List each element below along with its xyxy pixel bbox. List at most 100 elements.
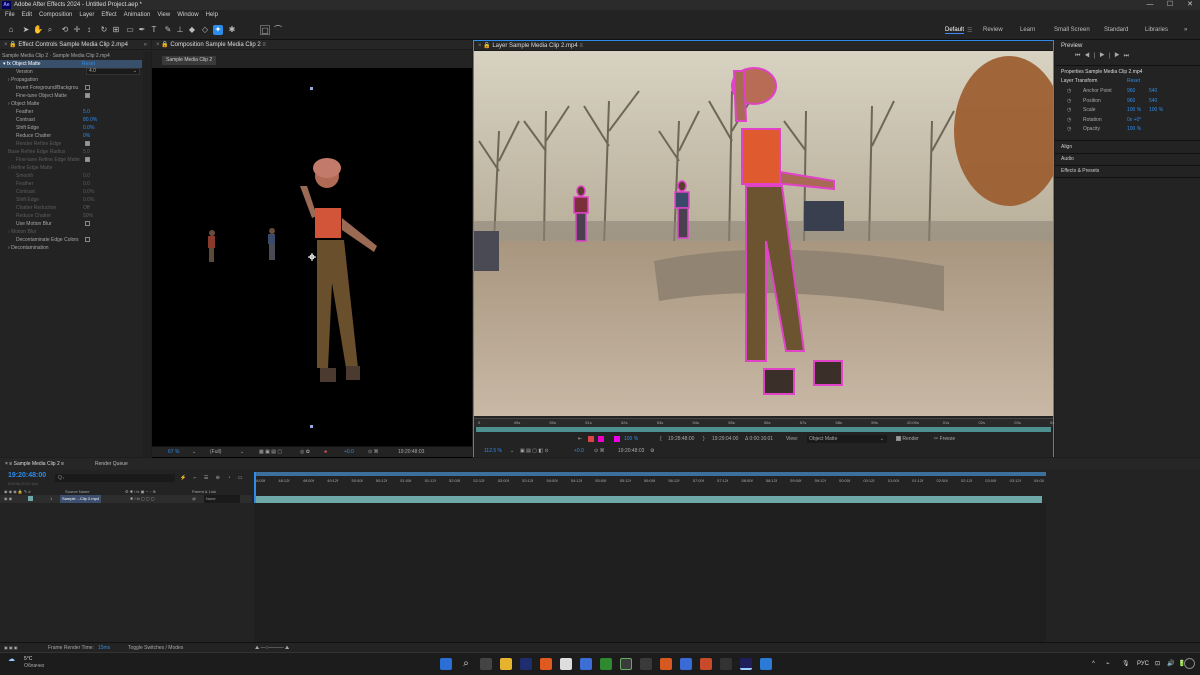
preview-tab[interactable]: Preview	[1061, 42, 1082, 50]
stopwatch-icon[interactable]: ◷	[1067, 126, 1071, 132]
premiere-icon[interactable]	[520, 658, 532, 670]
selection-tool-icon[interactable]: ➤	[21, 25, 31, 35]
menu-composition[interactable]: Composition	[39, 10, 72, 20]
discord-icon[interactable]	[580, 658, 592, 670]
menu-edit[interactable]: Edit	[22, 10, 32, 20]
next-frame-icon[interactable]: |▶	[1109, 53, 1124, 59]
effect-checkbox[interactable]	[85, 237, 90, 242]
eraser-tool-icon[interactable]: ◆	[187, 25, 197, 35]
layer-work-area-bar[interactable]	[476, 427, 1051, 432]
out-bracket-icon[interactable]: }	[703, 434, 705, 444]
label-color-swatch[interactable]	[28, 496, 33, 501]
app-orange-icon[interactable]	[540, 658, 552, 670]
first-frame-icon[interactable]: ⏮	[1075, 53, 1084, 59]
mic-icon[interactable]: 🎙	[1122, 660, 1130, 668]
render-checkbox[interactable]: Render	[896, 434, 919, 444]
stopwatch-icon[interactable]: ◷	[1067, 107, 1071, 113]
media-player-icon[interactable]	[720, 658, 732, 670]
effect-checkbox[interactable]	[85, 85, 90, 90]
network-icon[interactable]: ⌁	[1106, 660, 1110, 668]
stopwatch-icon[interactable]: ◷	[1067, 98, 1071, 104]
effect-property-row[interactable]: › Decontamination	[8, 244, 49, 252]
lock-icon[interactable]: 🔒	[161, 42, 170, 48]
workspace-menu-icon[interactable]: ☰	[967, 27, 972, 34]
audio-section[interactable]: Audio	[1061, 155, 1074, 163]
layer-name[interactable]: Sample ...Clip 2.mp4	[60, 495, 102, 503]
effect-property-row[interactable]: Invert Foreground/Backgrou	[16, 84, 90, 92]
weather-icon[interactable]: ☁	[8, 656, 15, 664]
effect-property-value[interactable]: 0.0	[83, 180, 90, 188]
menu-animation[interactable]: Animation	[124, 10, 151, 20]
transform-row[interactable]: ◷ Opacity 100 %	[1067, 125, 1197, 133]
effect-property-row[interactable]: Base Refine Edge Radius 5.0	[8, 148, 90, 156]
comp-resolution[interactable]: (Full)	[210, 447, 221, 458]
in-bracket-icon[interactable]: {	[660, 434, 662, 444]
start-icon[interactable]	[440, 658, 452, 670]
menu-help[interactable]: Help	[206, 10, 218, 20]
effect-property-row[interactable]: › Object Matte	[8, 100, 39, 108]
effect-checkbox[interactable]	[85, 221, 90, 226]
obs-icon[interactable]	[640, 658, 652, 670]
view-options-icon[interactable]: ▣ ▤ ▢ ◧ ⊙	[520, 446, 549, 457]
type-tool-icon[interactable]: T	[149, 25, 159, 35]
effect-property-value[interactable]: 0.0%	[83, 124, 94, 132]
layer-transform-section[interactable]: Layer Transform	[1061, 77, 1097, 85]
effect-property-row[interactable]: Contrast 80.0%	[16, 116, 97, 124]
effect-property-row[interactable]: Shift Edge 0.0%	[16, 196, 94, 204]
volume-icon[interactable]: 🔊	[1167, 660, 1174, 668]
menu-view[interactable]: View	[157, 10, 170, 20]
transform-row[interactable]: ◷ Anchor Point 960 540	[1067, 87, 1197, 95]
after-effects-icon[interactable]	[740, 658, 752, 670]
effect-property-value[interactable]: 0.0%	[83, 188, 94, 196]
stopwatch-icon[interactable]: ◷	[1067, 88, 1071, 94]
transform-value-2[interactable]: 540	[1149, 97, 1157, 105]
effect-property-value[interactable]: 0%	[83, 132, 90, 140]
brave-icon[interactable]	[660, 658, 672, 670]
fx-reset-link[interactable]: Reset	[82, 60, 95, 68]
version-select[interactable]: 4.0 ⌄	[86, 68, 140, 75]
effect-property-row[interactable]: Use Motion Blur	[16, 220, 90, 228]
transform-value-1[interactable]: 0x +0°	[1127, 116, 1141, 124]
layer-duration-bar[interactable]	[256, 496, 1042, 503]
toggle-switches-button[interactable]: Toggle Switches / Modes	[128, 644, 183, 652]
app-circle-icon[interactable]	[620, 658, 632, 670]
file-explorer-icon[interactable]	[500, 658, 512, 670]
tray-chevron-icon[interactable]: ^	[1092, 660, 1095, 668]
effect-property-row[interactable]: Reduce Chatter 50%	[16, 212, 93, 220]
overlay-pct[interactable]: 100 %	[624, 434, 638, 444]
chevron-down-icon[interactable]: ⌄	[240, 447, 244, 458]
comp-timecode[interactable]: 19:20:48:03	[398, 447, 424, 458]
transform-value-1[interactable]: 960	[1127, 97, 1135, 105]
effect-property-row[interactable]: › Propagation	[8, 76, 38, 84]
notification-icon[interactable]	[1184, 658, 1195, 669]
effect-property-value[interactable]: 5.0	[83, 148, 90, 156]
transform-row[interactable]: ◷ Scale 100 % 100 %	[1067, 106, 1197, 114]
layer-switches[interactable]: ✱ / fx ▢ ▢ ▢	[130, 495, 154, 503]
notepad-icon[interactable]	[560, 658, 572, 670]
timeline-tracks[interactable]	[254, 503, 1046, 643]
grid-icon[interactable]: ▦ ▣ ▤ ▢	[259, 447, 282, 458]
overlay-toggle[interactable]	[614, 436, 620, 442]
brush-tool-icon[interactable]: ✎	[163, 25, 173, 35]
transform-row[interactable]: ◷ Position 960 540	[1067, 97, 1197, 105]
effects-presets-section[interactable]: Effects & Presets	[1061, 167, 1099, 175]
effect-controls-tab[interactable]: × 🔒 Effect Controls Sample Media Clip 2.…	[0, 40, 151, 50]
overlay-color-swatch[interactable]	[598, 436, 604, 442]
effect-property-value[interactable]: 50%	[83, 212, 93, 220]
lang-indicator[interactable]: РУС	[1137, 660, 1149, 668]
chevron-down-icon[interactable]: ⌄	[510, 446, 514, 457]
effect-property-row[interactable]: › Motion Blur	[8, 228, 36, 236]
zoom-tool-icon[interactable]: ⌕	[45, 25, 55, 35]
workspace-libraries[interactable]: Libraries	[1145, 27, 1168, 33]
timeline-switch-icons[interactable]: ⚡ ⌐ ☰ ⊕ ◔ ▭	[180, 474, 246, 482]
workspace-small-screen[interactable]: Small Screen	[1054, 27, 1090, 33]
layer-row[interactable]: ◉ ◉ 1 Sample ...Clip 2.mp4 ✱ / fx ▢ ▢ ▢ …	[0, 495, 252, 503]
layer-time-ruler[interactable]: 0 49s 50s 51s 52s 53s 54s 55s 56s 57s 58s 59s 20:00s…	[474, 418, 1054, 427]
maximize-button[interactable]: ☐	[1160, 0, 1180, 10]
workspace-more-button[interactable]: »	[1184, 27, 1187, 33]
task-view-icon[interactable]	[480, 658, 492, 670]
effect-property-row[interactable]: Fine-tune Object Matte	[16, 92, 90, 100]
effect-property-row[interactable]: Decontaminate Edge Colors	[16, 236, 90, 244]
time-ruler[interactable]: 48:00f 48:12f 49:00f 49:12f 50:00f 50:12f 51:0…	[254, 476, 1046, 486]
menu-file[interactable]: File	[5, 10, 15, 20]
